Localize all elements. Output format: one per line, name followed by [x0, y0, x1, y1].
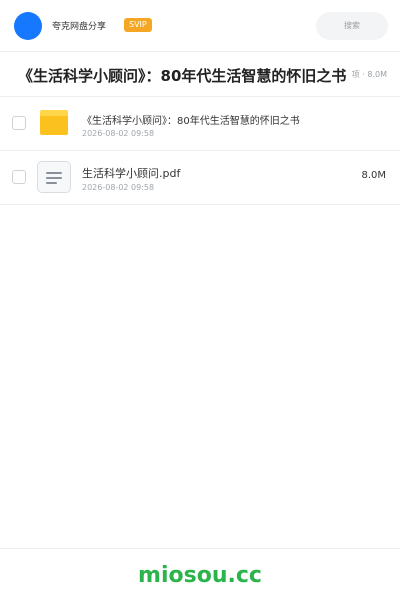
document-icon: [37, 161, 71, 193]
folder-icon: [40, 110, 68, 135]
page-title: 《生活科学小顾问》：80年代生活智慧的怀旧之书: [18, 67, 347, 85]
file-row-pdf[interactable]: 生活科学小顾问.pdf 2026-08-02 09:58 8.0M: [0, 151, 400, 205]
brand-watermark[interactable]: miosou.cc: [0, 563, 400, 588]
file-name[interactable]: 生活科学小顾问.pdf: [82, 165, 180, 181]
title-bar: 《生活科学小顾问》：80年代生活智慧的怀旧之书 项 · 8.0M: [0, 53, 400, 97]
file-row-folder[interactable]: 《生活科学小顾问》：80年代生活智慧的怀旧之书 2026-08-02 09:58: [0, 97, 400, 151]
footer: miosou.cc: [0, 548, 400, 600]
file-date: 2026-08-02 09:58: [82, 183, 155, 192]
item-count-label: 项: [351, 70, 360, 79]
total-size: 8.0M: [367, 70, 387, 79]
folder-meta: 项 · 8.0M: [349, 69, 387, 80]
search-button[interactable]: 搜索: [316, 12, 388, 40]
file-date: 2026-08-02 09:58: [82, 129, 155, 138]
avatar[interactable]: [14, 12, 42, 40]
svip-badge: SVIP: [124, 18, 152, 32]
app-name: 夸克网盘分享: [52, 22, 107, 32]
file-name[interactable]: 《生活科学小顾问》：80年代生活智慧的怀旧之书: [82, 112, 300, 127]
checkbox[interactable]: [12, 116, 26, 130]
header: 夸克网盘分享 SVIP 搜索: [0, 0, 400, 52]
checkbox[interactable]: [12, 170, 26, 184]
file-size: 8.0M: [361, 170, 386, 181]
